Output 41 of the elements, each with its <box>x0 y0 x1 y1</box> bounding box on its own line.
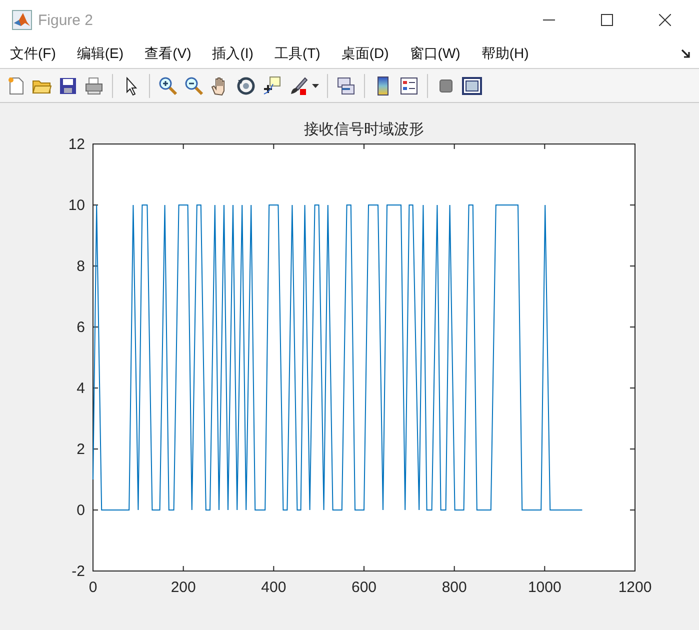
app-logo-icon <box>12 10 32 30</box>
y-tick-label: 10 <box>68 197 85 214</box>
zoom-out-icon[interactable] <box>184 76 204 96</box>
chart-title: 接收信号时域波形 <box>304 120 424 138</box>
brush-icon[interactable] <box>288 76 308 96</box>
x-tick-label: 1200 <box>618 579 652 596</box>
x-tick-label: 600 <box>351 579 377 596</box>
caret-icon[interactable] <box>312 84 319 88</box>
legend-icon[interactable] <box>399 76 419 96</box>
save-icon[interactable] <box>58 76 78 96</box>
link-icon[interactable] <box>336 76 356 96</box>
x-tick-label: 0 <box>88 579 98 596</box>
zoom-in-icon[interactable] <box>158 76 178 96</box>
x-tick-label: 1000 <box>528 579 562 596</box>
menu-item[interactable]: 插入(I) <box>212 45 254 63</box>
menu-item[interactable]: 工具(T) <box>274 45 320 63</box>
y-tick-label: 0 <box>76 502 85 519</box>
menu-item[interactable]: 查看(V) <box>144 45 192 63</box>
menu-item[interactable]: 桌面(D) <box>341 45 389 63</box>
y-tick-label: 4 <box>76 380 85 397</box>
print-icon[interactable] <box>84 76 104 96</box>
show-tools-icon[interactable] <box>462 76 482 96</box>
dock-arrow-icon[interactable] <box>681 49 691 59</box>
new-file-icon[interactable] <box>6 76 26 96</box>
menu-item[interactable]: 编辑(E) <box>76 45 124 63</box>
y-tick-label: 8 <box>76 258 85 275</box>
x-tick-label: 400 <box>261 579 286 596</box>
rotate-icon[interactable] <box>236 76 256 96</box>
menu-item[interactable]: 帮助(H) <box>481 45 529 63</box>
window-title: Figure 2 <box>38 12 94 28</box>
y-tick-label: -2 <box>72 563 85 580</box>
y-tick-label: 6 <box>76 319 85 336</box>
maximize-icon[interactable] <box>601 14 613 26</box>
menu-item[interactable]: 文件(F) <box>10 45 56 63</box>
x-tick-label: 800 <box>442 579 467 596</box>
close-icon[interactable] <box>659 14 671 26</box>
data-cursor-icon[interactable] <box>262 76 282 96</box>
y-tick-label: 12 <box>68 136 85 153</box>
menu-item[interactable]: 窗口(W) <box>410 45 460 63</box>
y-tick-label: 2 <box>76 441 85 458</box>
x-tick-label: 200 <box>170 579 196 596</box>
